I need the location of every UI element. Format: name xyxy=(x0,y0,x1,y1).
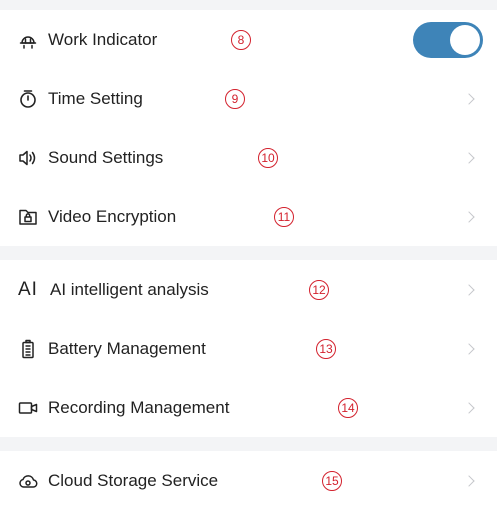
chevron-right-icon xyxy=(463,92,475,105)
setting-label: Recording Management xyxy=(48,397,230,417)
setting-time-setting[interactable]: Time Setting 9 xyxy=(0,69,497,128)
setting-label: AI intelligent analysis xyxy=(50,279,209,299)
settings-group-device: Work Indicator 8 Time Setting 9 Sound Se… xyxy=(0,10,497,246)
chevron-right-icon xyxy=(463,474,475,487)
setting-work-indicator[interactable]: Work Indicator 8 xyxy=(0,10,497,69)
video-camera-icon xyxy=(18,398,38,418)
setting-label: Work Indicator xyxy=(48,29,158,49)
work-indicator-toggle[interactable] xyxy=(413,21,483,58)
chevron-right-icon xyxy=(463,151,475,164)
setting-ai-analysis[interactable]: AI AI intelligent analysis 12 xyxy=(0,260,497,319)
annotation-badge: 9 xyxy=(225,88,245,109)
encrypted-folder-icon xyxy=(18,207,38,227)
setting-label: Cloud Storage Service xyxy=(48,470,219,490)
setting-battery-management[interactable]: Battery Management 13 xyxy=(0,319,497,378)
settings-group-management: AI AI intelligent analysis 12 Battery Ma… xyxy=(0,260,497,437)
annotation-badge: 11 xyxy=(274,206,294,227)
settings-group-cloud: Cloud Storage Service 15 xyxy=(0,451,497,510)
setting-label: Video Encryption xyxy=(48,206,177,226)
annotation-badge: 14 xyxy=(338,397,358,418)
setting-video-encryption[interactable]: Video Encryption 11 xyxy=(0,187,497,246)
annotation-badge: 13 xyxy=(316,338,336,359)
group-separator xyxy=(0,437,497,451)
setting-label: Sound Settings xyxy=(48,147,164,167)
toggle-knob xyxy=(450,24,480,55)
annotation-badge: 8 xyxy=(231,29,251,50)
chevron-right-icon xyxy=(463,210,475,223)
top-spacer xyxy=(0,0,497,10)
cloud-icon xyxy=(18,471,38,491)
chevron-right-icon xyxy=(463,342,475,355)
setting-label: Battery Management xyxy=(48,338,206,358)
lamp-icon xyxy=(18,30,38,50)
setting-cloud-storage[interactable]: Cloud Storage Service 15 xyxy=(0,451,497,510)
annotation-badge: 12 xyxy=(309,279,329,300)
ai-icon: AI xyxy=(18,278,38,300)
group-separator xyxy=(0,246,497,260)
battery-icon xyxy=(18,339,38,359)
chevron-right-icon xyxy=(463,283,475,296)
speaker-icon xyxy=(18,148,38,168)
setting-sound-settings[interactable]: Sound Settings 10 xyxy=(0,128,497,187)
annotation-badge: 10 xyxy=(258,147,278,168)
setting-recording-management[interactable]: Recording Management 14 xyxy=(0,378,497,437)
chevron-right-icon xyxy=(463,401,475,414)
timer-icon xyxy=(18,89,38,109)
annotation-badge: 15 xyxy=(322,470,342,491)
setting-label: Time Setting xyxy=(48,88,143,108)
